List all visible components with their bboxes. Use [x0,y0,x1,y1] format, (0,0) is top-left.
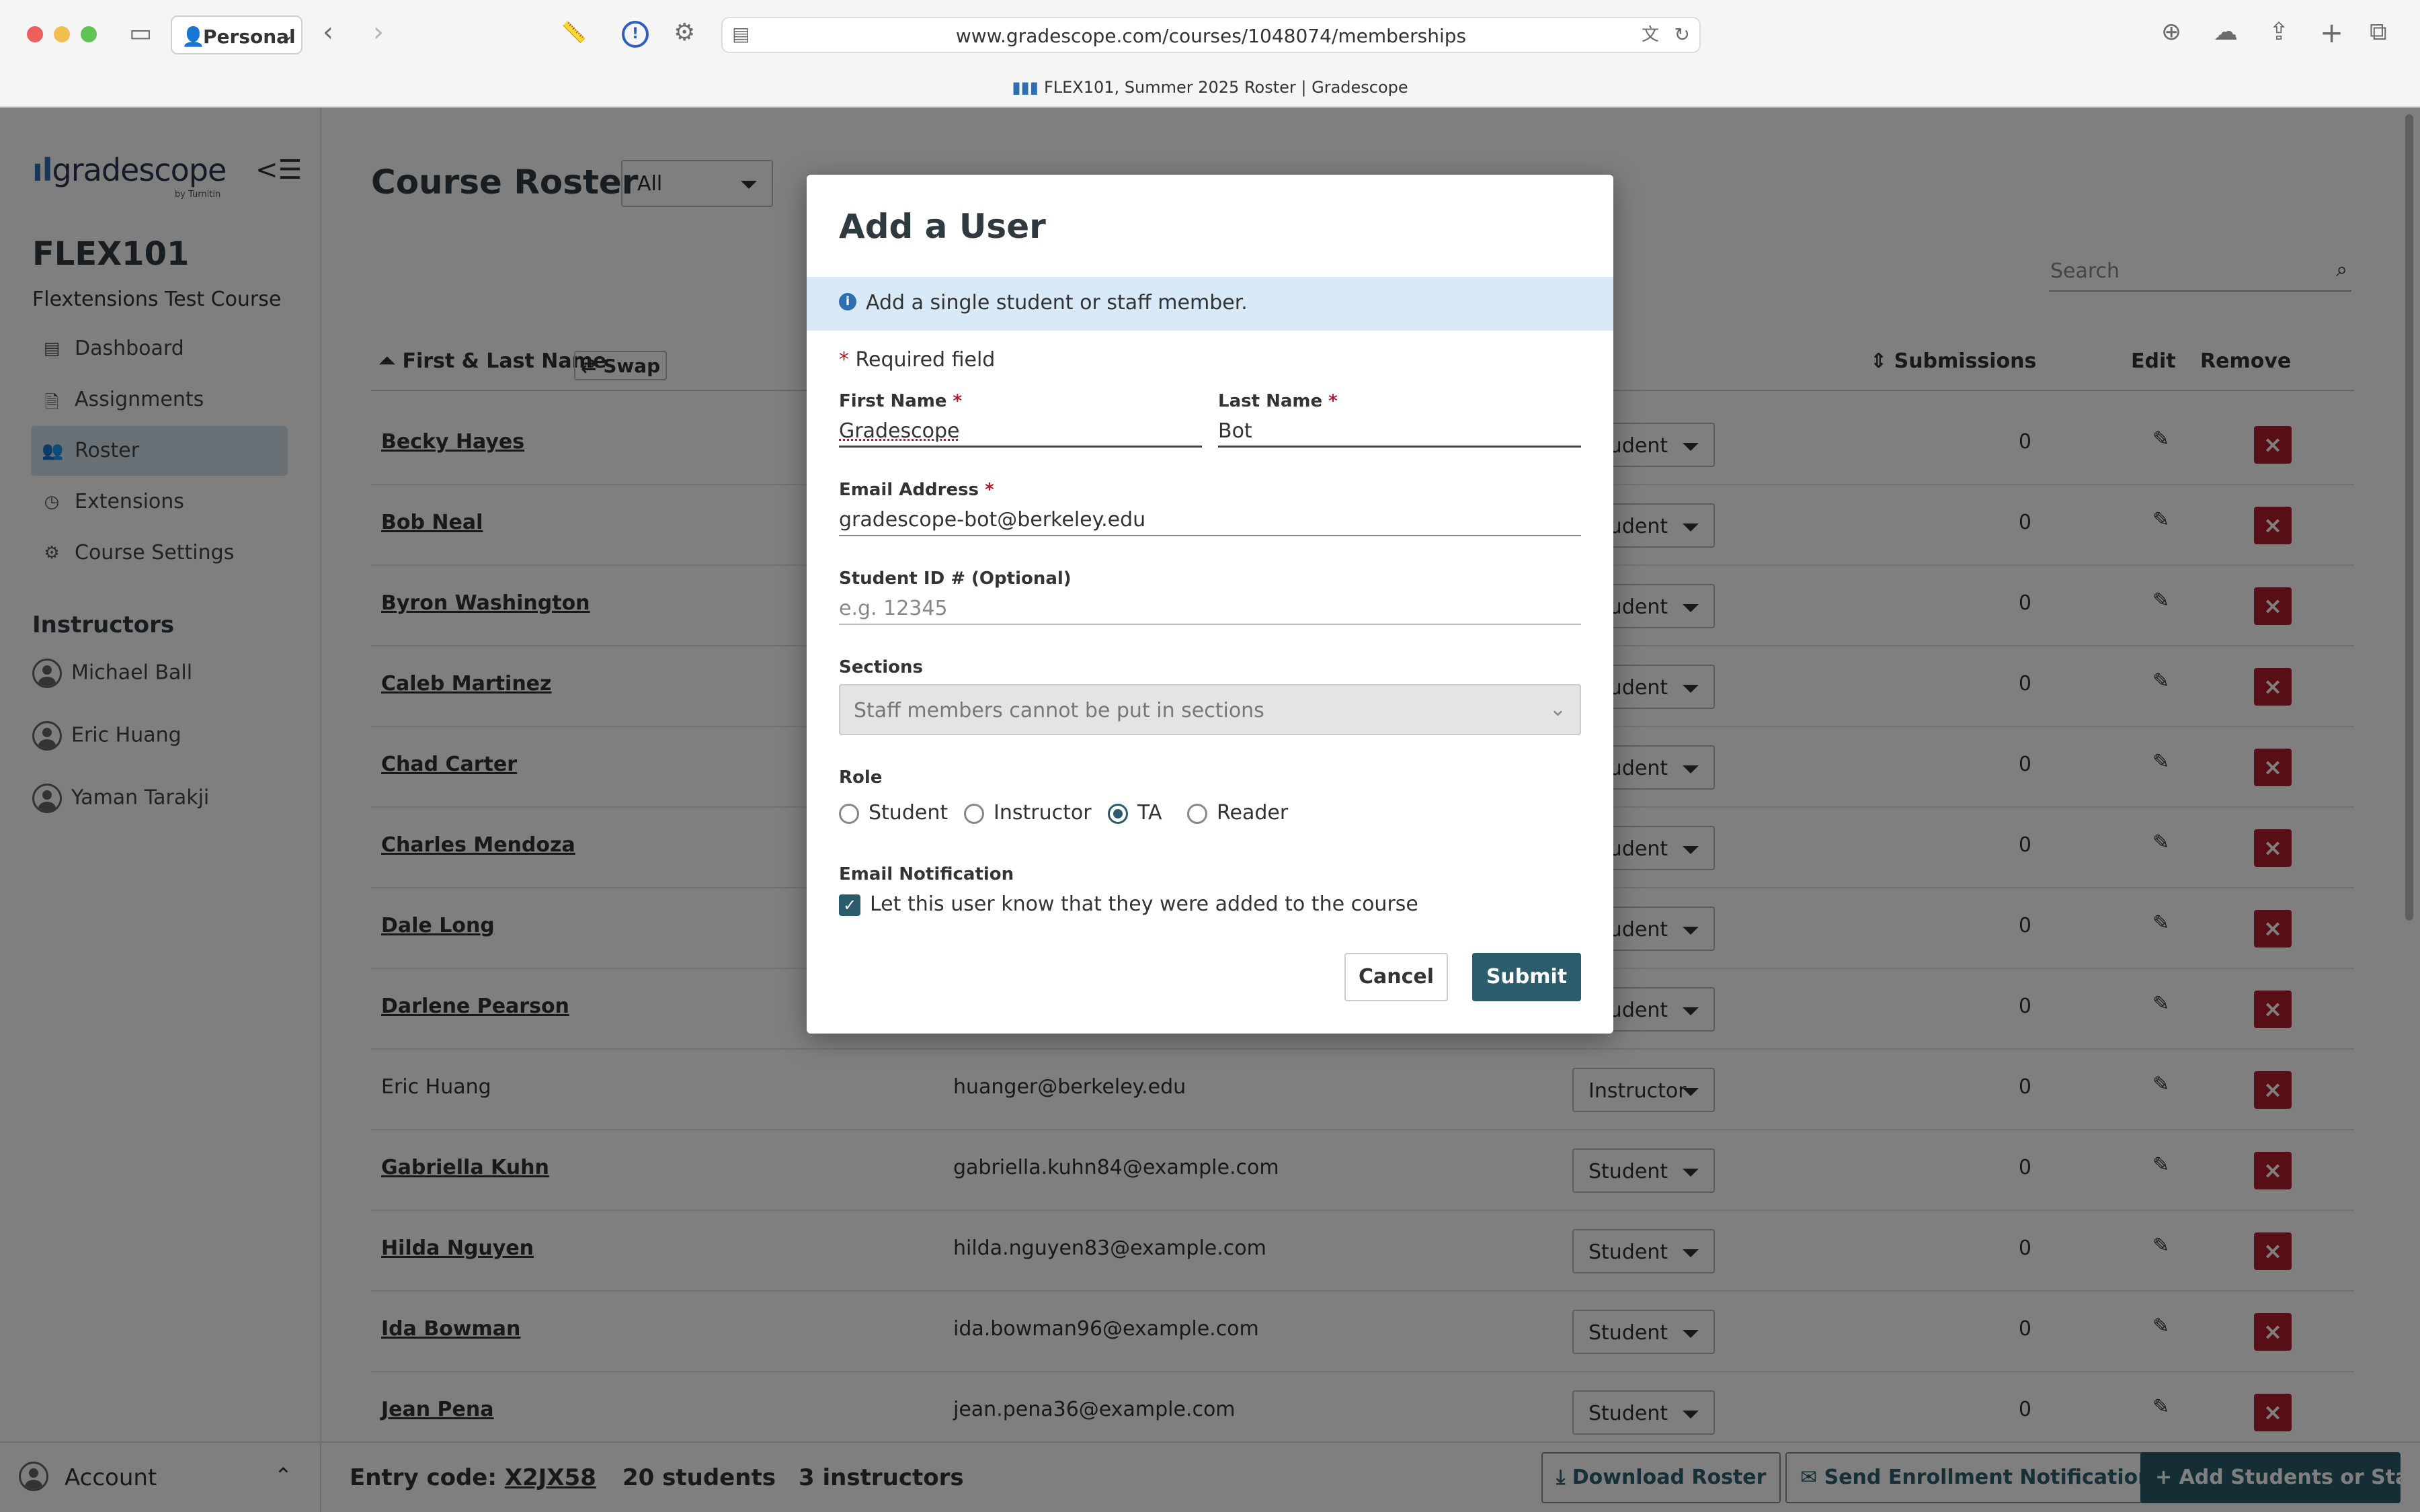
submit-button[interactable]: Submit [1472,953,1581,1001]
download-icon[interactable]: ⊕ [2161,20,2181,44]
info-banner: i Add a single student or staff member. [807,277,1613,331]
chevron-down-icon: ⌄ [1549,698,1566,721]
reload-icon[interactable]: ↻ [1675,26,1690,44]
role-radio-group: Student Instructor TA Reader [839,801,1581,835]
required-note-text: Required field [855,348,996,372]
required-note: * Required field [839,348,996,372]
address-bar[interactable]: ▤ www.gradescope.com/courses/1048074/mem… [721,17,1701,53]
share-icon[interactable]: ⇪ [2269,20,2289,44]
notify-user-text: Let this user know that they were added … [870,892,1418,916]
email-notification-label: Email Notification [839,864,1014,884]
password-manager-icon[interactable]: ! [622,21,649,48]
last-name-label-text: Last Name [1218,391,1323,411]
gear-icon[interactable]: ⚙ [674,21,695,45]
cancel-button[interactable]: Cancel [1344,953,1448,1001]
student-id-label: Student ID # (Optional) [839,569,1072,589]
info-icon: i [839,293,856,310]
first-name-label: First Name * [839,391,963,411]
gradescope-favicon-icon: ▮▮▮ [1012,78,1039,97]
zoom-window-button[interactable] [81,26,97,42]
last-name-field[interactable]: Bot [1218,415,1581,448]
translate-icon[interactable]: 文 [1642,26,1659,44]
checkbox-checked-icon: ✓ [839,894,860,916]
sidebar-toggle-icon[interactable]: ▭ [129,22,152,46]
role-option-label: Instructor [994,801,1092,825]
forward-icon[interactable]: › [373,19,384,46]
back-icon[interactable]: ‹ [323,19,333,46]
email-label-text: Email Address [839,480,979,500]
sections-value: Staff members cannot be put in sections [854,699,1264,722]
role-radio-reader[interactable]: Reader [1187,801,1288,825]
browser-chrome: ▭ 👤 Personal ⌄ ‹ › 📏 ! ⚙ ▤ www.gradescop… [0,0,2420,108]
close-window-button[interactable] [27,26,43,42]
first-name-value: Gradescope [839,419,960,443]
student-id-field[interactable]: e.g. 12345 [839,593,1581,625]
ruler-icon[interactable]: 📏 [561,23,586,43]
student-id-placeholder: e.g. 12345 [839,597,948,620]
email-label: Email Address * [839,480,994,500]
role-option-label: Reader [1217,801,1289,825]
profile-switcher[interactable]: 👤 Personal ⌄ [171,15,302,54]
tab-title[interactable]: ▮▮▮ FLEX101, Summer 2025 Roster | Gradesc… [0,78,2420,97]
person-icon: 👤 [182,26,205,48]
minimize-window-button[interactable] [54,26,70,42]
first-name-label-text: First Name [839,391,947,411]
role-radio-student[interactable]: Student [839,801,948,825]
cloud-icon[interactable]: ☁ [2214,20,2238,44]
tab-title-text: FLEX101, Summer 2025 Roster | Gradescope [1043,78,1408,97]
role-radio-instructor[interactable]: Instructor [964,801,1092,825]
email-value: gradescope-bot@berkeley.edu [839,508,1146,532]
radio-circle [839,803,859,824]
role-option-label: Student [869,801,949,825]
radio-circle-selected [1108,803,1128,824]
role-label: Role [839,767,883,788]
tabs-overview-icon[interactable]: ⧉ [2370,20,2387,44]
last-name-value: Bot [1218,419,1252,443]
info-text: Add a single student or staff member. [866,291,1248,314]
sections-select: Staff members cannot be put in sections … [839,684,1581,735]
chevron-down-icon: ⌄ [282,28,293,44]
radio-circle [964,803,984,824]
new-tab-icon[interactable]: + [2320,19,2343,47]
role-option-label: TA [1137,801,1162,825]
sections-label: Sections [839,657,923,677]
dialog-title: Add a User [839,207,1046,246]
email-field[interactable]: gradescope-bot@berkeley.edu [839,504,1581,536]
role-radio-ta[interactable]: TA [1108,801,1162,825]
first-name-field[interactable]: Gradescope [839,415,1202,448]
notify-user-checkbox[interactable]: ✓ Let this user know that they were added… [839,892,1418,916]
add-user-dialog: Add a User i Add a single student or sta… [807,175,1613,1034]
url-text: www.gradescope.com/courses/1048074/membe… [955,25,1467,47]
last-name-label: Last Name * [1218,391,1338,411]
radio-circle [1187,803,1207,824]
